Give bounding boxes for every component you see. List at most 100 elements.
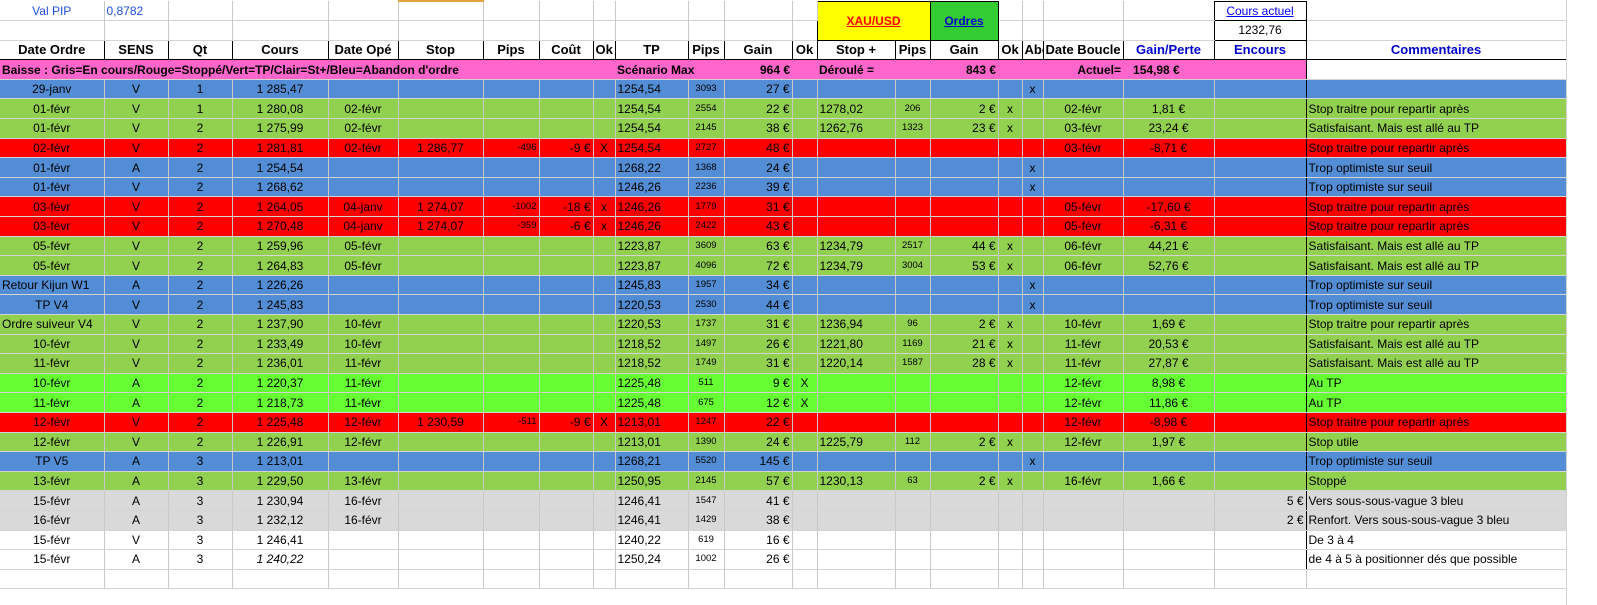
- table-cell[interactable]: [792, 98, 818, 120]
- header-cell[interactable]: SENS: [104, 39, 169, 61]
- table-cell[interactable]: [398, 157, 484, 178]
- table-cell[interactable]: 3: [168, 471, 233, 492]
- table-cell[interactable]: Stop traitre pour repartir après: [1305, 314, 1567, 335]
- table-cell[interactable]: [792, 432, 818, 453]
- table-cell[interactable]: [1214, 549, 1307, 570]
- table-cell[interactable]: A: [104, 510, 169, 531]
- table-cell[interactable]: 2: [168, 373, 233, 394]
- table-cell[interactable]: 3: [168, 490, 233, 511]
- table-cell[interactable]: [930, 275, 999, 296]
- deroule-label[interactable]: Déroulé =: [817, 59, 931, 80]
- table-cell[interactable]: [930, 412, 999, 433]
- table-cell[interactable]: 1429: [688, 510, 725, 531]
- table-cell[interactable]: [539, 432, 594, 453]
- table-cell[interactable]: 23,24 €: [1123, 118, 1215, 139]
- table-cell[interactable]: [998, 138, 1023, 159]
- header-cell[interactable]: Gain/Perte: [1123, 39, 1215, 61]
- table-cell[interactable]: 01-févr: [0, 157, 105, 178]
- cell[interactable]: [593, 1, 616, 22]
- table-cell[interactable]: [1123, 177, 1215, 198]
- table-cell[interactable]: [817, 294, 896, 315]
- table-cell[interactable]: [817, 569, 896, 590]
- header-cell[interactable]: Qt: [168, 39, 233, 61]
- table-cell[interactable]: [817, 490, 896, 511]
- table-cell[interactable]: [539, 334, 594, 355]
- table-cell[interactable]: 03-févr: [0, 216, 105, 237]
- table-cell[interactable]: [398, 373, 484, 394]
- table-cell[interactable]: [398, 118, 484, 139]
- table-cell[interactable]: [1022, 334, 1044, 355]
- table-cell[interactable]: [1043, 177, 1124, 198]
- table-cell[interactable]: [398, 79, 484, 100]
- table-cell[interactable]: [398, 177, 484, 198]
- table-cell[interactable]: [817, 451, 896, 472]
- table-cell[interactable]: [930, 373, 999, 394]
- table-cell[interactable]: [998, 490, 1023, 511]
- table-cell[interactable]: V: [104, 196, 169, 218]
- table-cell[interactable]: 03-févr: [1043, 138, 1124, 159]
- table-cell[interactable]: x: [1022, 177, 1044, 198]
- table-cell[interactable]: 2: [168, 314, 233, 335]
- table-cell[interactable]: X: [593, 412, 616, 433]
- table-cell[interactable]: 22 €: [724, 412, 793, 433]
- cell[interactable]: [1022, 20, 1044, 41]
- table-cell[interactable]: [998, 373, 1023, 394]
- table-cell[interactable]: 1247: [688, 412, 725, 433]
- table-cell[interactable]: [593, 510, 616, 531]
- table-cell[interactable]: [0, 569, 105, 590]
- table-cell[interactable]: [328, 275, 399, 296]
- table-cell[interactable]: [398, 569, 484, 590]
- table-cell[interactable]: [1214, 334, 1307, 355]
- table-cell[interactable]: [593, 79, 616, 100]
- table-cell[interactable]: 39 €: [724, 177, 793, 198]
- table-cell[interactable]: 1262,76: [817, 118, 896, 139]
- table-cell[interactable]: [724, 569, 793, 590]
- cell[interactable]: [615, 1, 689, 22]
- table-cell[interactable]: [483, 98, 540, 120]
- table-cell[interactable]: [895, 275, 931, 296]
- scenario-value[interactable]: 964 €: [724, 59, 792, 80]
- table-cell[interactable]: [792, 510, 818, 531]
- table-cell[interactable]: 4096: [688, 255, 725, 276]
- table-cell[interactable]: 11-févr: [328, 392, 399, 413]
- header-cell[interactable]: TP: [615, 39, 689, 61]
- table-cell[interactable]: x: [1022, 157, 1044, 178]
- table-cell[interactable]: [930, 294, 999, 315]
- table-cell[interactable]: [1123, 294, 1215, 315]
- table-cell[interactable]: 16-févr: [0, 510, 105, 531]
- table-cell[interactable]: Retour Kijun W1: [0, 275, 105, 296]
- table-cell[interactable]: [792, 79, 818, 100]
- table-cell[interactable]: 1,81 €: [1123, 98, 1215, 120]
- table-cell[interactable]: [792, 471, 818, 492]
- table-cell[interactable]: 1 246,41: [232, 530, 329, 551]
- cell[interactable]: [483, 1, 540, 22]
- cell[interactable]: [168, 20, 233, 41]
- table-cell[interactable]: [895, 373, 931, 394]
- table-cell[interactable]: [1043, 549, 1124, 570]
- table-cell[interactable]: 1236,94: [817, 314, 896, 335]
- cell[interactable]: [398, 20, 484, 41]
- table-cell[interactable]: Satisfaisant. Mais est allé au TP: [1305, 334, 1567, 355]
- table-cell[interactable]: [483, 294, 540, 315]
- table-cell[interactable]: V: [104, 294, 169, 315]
- table-cell[interactable]: [398, 334, 484, 355]
- table-cell[interactable]: -18 €: [539, 196, 594, 218]
- ordres-link[interactable]: Ordres: [929, 0, 999, 41]
- table-cell[interactable]: 05-févr: [0, 255, 105, 276]
- table-cell[interactable]: [168, 569, 233, 590]
- table-cell[interactable]: 1213,01: [615, 412, 689, 433]
- cell[interactable]: [1214, 59, 1307, 80]
- table-cell[interactable]: [483, 177, 540, 198]
- table-cell[interactable]: 15-févr: [0, 490, 105, 511]
- table-cell[interactable]: 1225,79: [817, 432, 896, 453]
- cell[interactable]: [1043, 20, 1124, 41]
- table-cell[interactable]: -1002: [483, 196, 540, 218]
- table-cell[interactable]: [539, 255, 594, 276]
- table-cell[interactable]: -511: [483, 412, 540, 433]
- table-cell[interactable]: 1246,26: [615, 177, 689, 198]
- cell[interactable]: [615, 20, 689, 41]
- table-cell[interactable]: [792, 334, 818, 355]
- table-cell[interactable]: [593, 432, 616, 453]
- table-cell[interactable]: [539, 510, 594, 531]
- table-cell[interactable]: A: [104, 392, 169, 413]
